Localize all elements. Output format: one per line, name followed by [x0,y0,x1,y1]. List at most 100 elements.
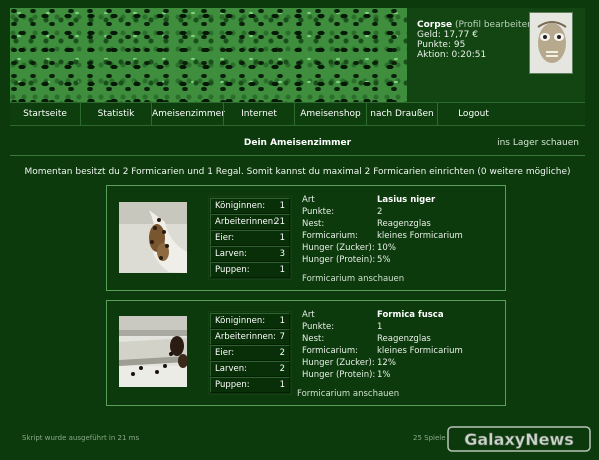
info-hunger-sugar: Hunger (Zucker): 10% [302,243,497,255]
info-formicarium: Formicarium: kleines Formicarium [302,346,497,358]
main-nav: Startseite Statistik Ameisenzimmer Inter… [10,102,585,126]
avatar[interactable] [529,12,573,74]
info-value: Lasius niger [377,195,436,205]
count-row-larvae: Larven: 3 [210,246,290,262]
nav-internet[interactable]: Internet [223,103,294,125]
formicarium-card: Königinnen: 1 Arbeiterinnen: 7 Eier: 2 L… [106,300,506,406]
info-value: 1% [377,370,391,380]
count-label: Königinnen: [215,201,266,211]
nav-logout[interactable]: Logout [437,103,509,125]
info-value: Reagenzglas [377,334,431,344]
nav-ameisenzimmer[interactable]: Ameisenzimmer [151,103,225,125]
colony-counts-table: Königinnen: 1 Arbeiterinnen: 21 Eier: 1 … [208,196,292,280]
info-label: Punkte: [302,322,335,332]
info-label: Punkte: [302,207,335,217]
count-row-eggs: Eier: 1 [210,230,290,246]
storage-link[interactable]: ins Lager schauen [497,126,579,156]
info-value: 1 [377,322,383,332]
info-hunger-protein: Hunger (Protein): 1% [302,370,497,382]
header-banner-image [10,8,407,102]
count-value: 2 [279,348,285,358]
count-row-workers: Arbeiterinnen: 21 [210,214,290,230]
page-frame: Corpse (Profil bearbeiten) Geld: 17,77 €… [0,0,599,460]
count-label: Arbeiterinnen: [215,332,276,342]
ant-colony-photo [119,316,187,387]
user-name: Corpse [417,20,453,30]
user-points: Punkte: 95 [417,40,466,50]
info-value: 12% [377,358,396,368]
view-formicarium-link[interactable]: Formicarium anschauen [297,389,399,399]
info-species: Art Formica fusca [302,310,497,322]
main-content: Dein Ameisenzimmer ins Lager schauen Mom… [10,126,585,424]
info-label: Hunger (Zucker): [302,243,375,253]
info-label: Hunger (Zucker): [302,358,375,368]
count-label: Eier: [215,348,235,358]
info-nest: Nest: Reagenzglas [302,219,497,231]
info-label: Hunger (Protein): [302,370,376,380]
nav-startseite[interactable]: Startseite [10,103,80,125]
info-points: Punkte: 1 [302,322,497,334]
count-row-workers: Arbeiterinnen: 7 [210,329,290,345]
info-nest: Nest: Reagenzglas [302,334,497,346]
user-money: Geld: 17,77 € [417,30,478,40]
info-label: Hunger (Protein): [302,255,376,265]
player-count-text: 25 Spiele [413,434,446,442]
info-label: Art [302,310,315,320]
count-label: Larven: [215,249,247,259]
count-value: 1 [279,233,285,243]
title-bar: Dein Ameisenzimmer ins Lager schauen [10,126,585,156]
profile-edit-link[interactable]: (Profil bearbeiten) [455,20,536,30]
count-value: 1 [279,201,285,211]
info-value: 5% [377,255,391,265]
svg-text:GalaxyNews: GalaxyNews [464,430,574,449]
colony-counts-table: Königinnen: 1 Arbeiterinnen: 7 Eier: 2 L… [208,311,292,395]
count-label: Eier: [215,233,235,243]
ant-colony-photo [119,202,187,273]
count-row-pupae: Puppen: 1 [210,377,290,393]
count-value: 2 [279,364,285,374]
info-label: Art [302,195,315,205]
count-value: 1 [279,316,285,326]
count-value: 1 [279,265,285,275]
count-row-larvae: Larven: 2 [210,361,290,377]
count-label: Puppen: [215,265,250,275]
info-label: Formicarium: [302,231,359,241]
info-formicarium: Formicarium: kleines Formicarium [302,231,497,243]
count-value: 1 [279,380,285,390]
info-value: 2 [377,207,383,217]
count-label: Puppen: [215,380,250,390]
count-row-queens: Königinnen: 1 [210,198,290,214]
count-row-eggs: Eier: 2 [210,345,290,361]
info-value: kleines Formicarium [377,231,463,241]
count-label: Larven: [215,364,247,374]
count-label: Arbeiterinnen: [215,217,276,227]
render-time-text: Skript wurde ausgeführt in 21 ms [22,434,140,442]
info-value: Formica fusca [377,310,444,320]
count-value: 3 [279,249,285,259]
formicarium-card: Königinnen: 1 Arbeiterinnen: 21 Eier: 1 … [106,185,506,291]
count-row-pupae: Puppen: 1 [210,262,290,278]
info-value: 10% [377,243,396,253]
count-label: Königinnen: [215,316,266,326]
count-value: 7 [279,332,285,342]
nav-statistik[interactable]: Statistik [80,103,151,125]
view-formicarium-link[interactable]: Formicarium anschauen [302,274,404,284]
info-label: Formicarium: [302,346,359,356]
user-action-timer: Aktion: 0:20:51 [417,50,487,60]
info-value: Reagenzglas [377,219,431,229]
info-hunger-sugar: Hunger (Zucker): 12% [302,358,497,370]
user-name-line: Corpse (Profil bearbeiten) [417,20,536,30]
info-label: Nest: [302,219,325,229]
info-species: Art Lasius niger [302,195,497,207]
info-points: Punkte: 2 [302,207,497,219]
user-panel: Corpse (Profil bearbeiten) Geld: 17,77 €… [407,8,585,102]
info-value: kleines Formicarium [377,346,463,356]
count-value: 21 [274,217,285,227]
info-label: Nest: [302,334,325,344]
nav-ameisenshop[interactable]: Ameisenshop [294,103,366,125]
count-row-queens: Königinnen: 1 [210,313,290,329]
info-hunger-protein: Hunger (Protein): 5% [302,255,497,267]
galaxynews-watermark-logo: GalaxyNews [446,424,592,454]
status-message: Momentan besitzt du 2 Formicarien und 1 … [24,167,571,177]
nav-nach-draussen[interactable]: nach Draußen [366,103,437,125]
